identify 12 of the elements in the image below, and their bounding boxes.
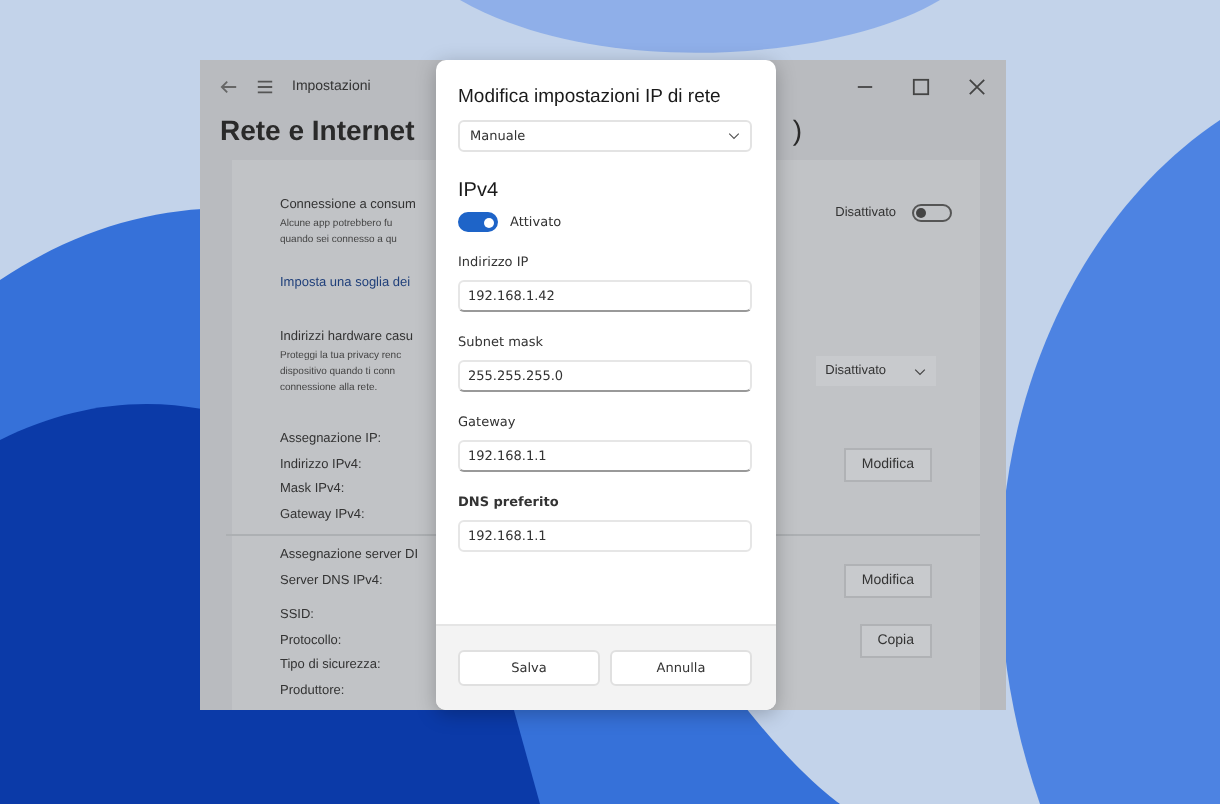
metered-toggle[interactable] — [912, 204, 952, 222]
chevron-icon — [914, 367, 926, 375]
menu-icon[interactable] — [256, 77, 274, 96]
maximize-icon[interactable] — [912, 77, 930, 96]
ipv4-toggle[interactable] — [458, 212, 498, 232]
page-title: Rete e Internet — [220, 113, 415, 146]
dialog-title: Modifica impostazioni IP di rete — [458, 86, 723, 108]
page-title-fragment: ) — [792, 113, 802, 146]
close-icon[interactable] — [968, 77, 986, 96]
back-arrow-icon[interactable] — [220, 77, 238, 96]
chevron-icon — [728, 132, 740, 140]
section-heading: IPv4 — [458, 180, 501, 202]
